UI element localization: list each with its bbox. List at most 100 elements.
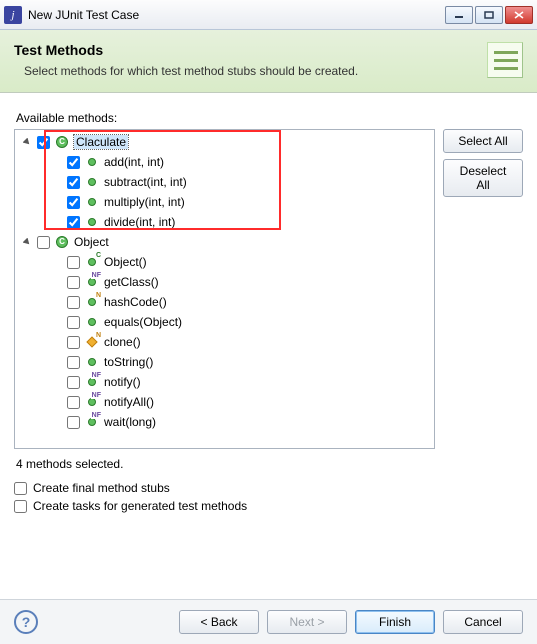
tree-node-method[interactable]: divide(int, int) <box>15 212 434 232</box>
method-public-icon <box>84 154 100 170</box>
method-label: subtract(int, int) <box>104 175 187 189</box>
method-protected-native-icon: N <box>84 334 100 350</box>
selection-status: 4 methods selected. <box>16 457 523 471</box>
create-final-checkbox[interactable] <box>14 482 27 495</box>
tree-node-method[interactable]: N hashCode() <box>15 292 434 312</box>
method-label: notify() <box>104 375 141 389</box>
class-label: Object <box>74 235 109 249</box>
method-label: wait(long) <box>104 415 156 429</box>
method-checkbox[interactable] <box>67 316 80 329</box>
header-icon <box>487 42 523 78</box>
class-label: Claculate <box>74 135 128 149</box>
expand-spacer <box>51 256 63 268</box>
tree-node-method[interactable]: NF notify() <box>15 372 434 392</box>
method-checkbox[interactable] <box>67 356 80 369</box>
class-icon: C <box>54 134 70 150</box>
method-checkbox[interactable] <box>67 156 80 169</box>
tree-node-method[interactable]: add(int, int) <box>15 152 434 172</box>
method-label: toString() <box>104 355 153 369</box>
method-public-icon <box>84 214 100 230</box>
method-label: clone() <box>104 335 141 349</box>
method-label: hashCode() <box>104 295 167 309</box>
expand-spacer <box>51 216 63 228</box>
class-icon: C <box>54 234 70 250</box>
method-checkbox[interactable] <box>67 416 80 429</box>
method-checkbox[interactable] <box>67 376 80 389</box>
expand-spacer <box>51 416 63 428</box>
tree-node-method[interactable]: C Object() <box>15 252 434 272</box>
method-label: equals(Object) <box>104 315 182 329</box>
deselect-all-button[interactable]: Deselect All <box>443 159 523 197</box>
method-public-icon <box>84 354 100 370</box>
available-methods-label: Available methods: <box>16 111 523 125</box>
tree-node-method[interactable]: multiply(int, int) <box>15 192 434 212</box>
select-all-button[interactable]: Select All <box>443 129 523 153</box>
expand-spacer <box>51 156 63 168</box>
tree-node-method[interactable]: N clone() <box>15 332 434 352</box>
header-title: Test Methods <box>14 42 487 58</box>
method-public-icon <box>84 174 100 190</box>
expand-spacer <box>51 396 63 408</box>
cancel-button[interactable]: Cancel <box>443 610 523 634</box>
create-final-label: Create final method stubs <box>33 481 170 495</box>
titlebar[interactable]: j New JUnit Test Case <box>0 0 537 30</box>
method-native-final-icon: NF <box>84 274 100 290</box>
method-label: multiply(int, int) <box>104 195 185 209</box>
method-checkbox[interactable] <box>67 196 80 209</box>
class-checkbox[interactable] <box>37 236 50 249</box>
close-button[interactable] <box>505 6 533 24</box>
expand-spacer <box>51 336 63 348</box>
constructor-icon: C <box>84 254 100 270</box>
create-tasks-label: Create tasks for generated test methods <box>33 499 247 513</box>
method-checkbox[interactable] <box>67 216 80 229</box>
tree-node-class[interactable]: C Object <box>15 232 434 252</box>
class-checkbox[interactable] <box>37 136 50 149</box>
method-checkbox[interactable] <box>67 296 80 309</box>
method-public-icon <box>84 314 100 330</box>
method-checkbox[interactable] <box>67 396 80 409</box>
method-label: add(int, int) <box>104 155 164 169</box>
tree-node-method[interactable]: NF notifyAll() <box>15 392 434 412</box>
button-bar: ? < Back Next > Finish Cancel <box>0 599 537 644</box>
tree-node-method[interactable]: equals(Object) <box>15 312 434 332</box>
expand-spacer <box>51 276 63 288</box>
method-label: notifyAll() <box>104 395 154 409</box>
method-native-final-icon: NF <box>84 374 100 390</box>
tree-node-method[interactable]: toString() <box>15 352 434 372</box>
finish-button[interactable]: Finish <box>355 610 435 634</box>
method-checkbox[interactable] <box>67 276 80 289</box>
expand-spacer <box>51 296 63 308</box>
tree-node-class[interactable]: C Claculate <box>15 132 434 152</box>
method-native-final-icon: NF <box>84 394 100 410</box>
method-native-icon: N <box>84 294 100 310</box>
collapse-arrow-icon[interactable] <box>21 236 33 248</box>
maximize-button[interactable] <box>475 6 503 24</box>
window-title: New JUnit Test Case <box>28 8 443 22</box>
tree-node-method[interactable]: subtract(int, int) <box>15 172 434 192</box>
expand-spacer <box>51 176 63 188</box>
method-public-icon <box>84 194 100 210</box>
back-button[interactable]: < Back <box>179 610 259 634</box>
create-final-checkbox-row[interactable]: Create final method stubs <box>14 481 523 495</box>
methods-tree[interactable]: C Claculate add(int, int) subtract(int, … <box>14 129 435 449</box>
create-tasks-checkbox[interactable] <box>14 500 27 513</box>
help-icon[interactable]: ? <box>14 610 38 634</box>
method-checkbox[interactable] <box>67 256 80 269</box>
expand-spacer <box>51 356 63 368</box>
method-checkbox[interactable] <box>67 336 80 349</box>
header: Test Methods Select methods for which te… <box>0 30 537 93</box>
header-description: Select methods for which test method stu… <box>14 64 487 78</box>
expand-spacer <box>51 196 63 208</box>
collapse-arrow-icon[interactable] <box>21 136 33 148</box>
expand-spacer <box>51 376 63 388</box>
tree-node-method[interactable]: NF wait(long) <box>15 412 434 432</box>
tree-node-method[interactable]: NF getClass() <box>15 272 434 292</box>
method-label: getClass() <box>104 275 159 289</box>
method-checkbox[interactable] <box>67 176 80 189</box>
minimize-button[interactable] <box>445 6 473 24</box>
create-tasks-checkbox-row[interactable]: Create tasks for generated test methods <box>14 499 523 513</box>
method-label: divide(int, int) <box>104 215 175 229</box>
next-button: Next > <box>267 610 347 634</box>
method-native-final-icon: NF <box>84 414 100 430</box>
expand-spacer <box>51 316 63 328</box>
